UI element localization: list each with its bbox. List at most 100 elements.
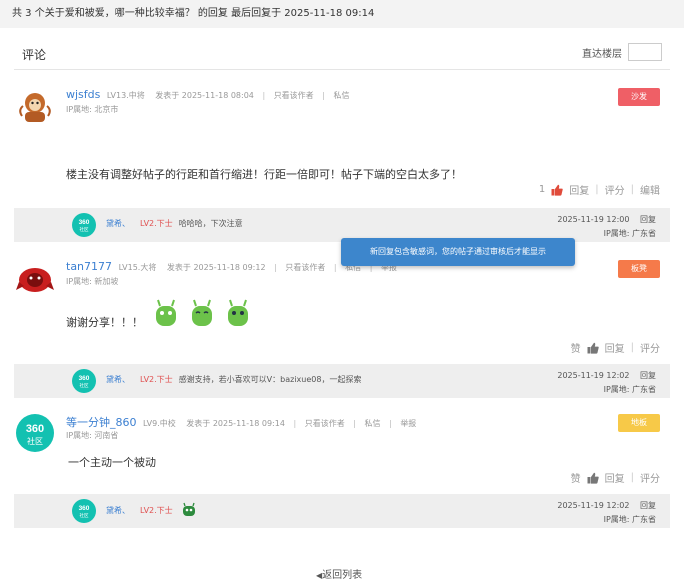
sub-reply-1-user[interactable]: 黛希、 — [106, 219, 130, 228]
community-logo-icon[interactable]: 360 社区 — [72, 499, 96, 523]
moderation-toast: 新回复包含敏感词，您的帖子通过审核后才能显示 — [341, 238, 575, 266]
logo-line2: 社区 — [80, 226, 89, 233]
separator: | — [293, 419, 297, 428]
sub-reply-3-level: LV2.下士 — [140, 506, 173, 515]
rate-button[interactable]: 评分 — [605, 182, 625, 197]
reply-button[interactable]: 回复 — [605, 340, 625, 355]
post-2-content-row: 谢谢分享！！！ — [66, 296, 251, 330]
separator: | — [274, 263, 277, 272]
floor-number-input[interactable] — [628, 43, 662, 61]
sub-reply-2-level: LV2.下士 — [140, 375, 173, 384]
sub-reply-3-user[interactable]: 黛希、 — [106, 505, 130, 516]
android-emoji-icon — [228, 299, 248, 326]
post-3-meta: 等一分钟_860 LV9.中校 发表于 2025-11-18 09:14 | 只… — [66, 414, 416, 430]
logo-line2: 社区 — [80, 382, 89, 389]
monkey-avatar[interactable] — [16, 88, 54, 126]
community-logo-icon[interactable]: 360 社区 — [72, 369, 96, 393]
private-message-link[interactable]: 私信 — [333, 91, 349, 100]
post-3-level: LV9.中校 — [143, 419, 176, 428]
separator: | — [389, 419, 392, 428]
sub-reply-2-user[interactable]: 黛希、 — [106, 375, 130, 384]
sub-reply-3-ip: IP属地: 广东省 — [603, 515, 656, 524]
post-2-actions: 赞 回复 | 评分 — [571, 340, 660, 355]
separator: | — [630, 342, 634, 353]
emoji-group — [153, 296, 251, 330]
sub-reply-2: 360 社区 黛希、 LV2.下士 感谢支持，若小喜欢可以V：bazixue08，一… — [14, 364, 670, 398]
logo-line1: 360 — [79, 505, 90, 512]
sub-reply-1-line: 黛希、 LV2.下士 哈哈哈，下次注意 — [106, 218, 243, 229]
sub-reply-3: 360 社区 黛希、 LV2.下士 2025-11-19 12:02 回复 IP属… — [14, 494, 670, 528]
separator: | — [262, 91, 266, 100]
separator: | — [630, 472, 634, 483]
thread-info-bar: 共 3 个关于爱和被爱，哪一种比较幸福？ 的回复 最后回复于 2025-11-1… — [0, 0, 684, 28]
sub-reply-1-text: 哈哈哈，下次注意 — [178, 219, 243, 228]
separator: | — [322, 91, 325, 100]
android-emoji-icon — [182, 502, 195, 516]
post-1-username[interactable]: wjsfds — [66, 88, 100, 101]
post-2: tan7177 LV15.大将 发表于 2025-11-18 09:12 | 只… — [14, 260, 670, 360]
only-author-link[interactable]: 只看该作者 — [305, 419, 345, 428]
sub-reply-1-time-line: 2025-11-19 12:00 回复 — [557, 214, 656, 225]
avatar-logo-line1: 360 — [26, 423, 44, 435]
post-3-date: 发表于 2025-11-18 09:14 — [186, 419, 285, 428]
thumbs-up-icon[interactable] — [587, 472, 599, 484]
post-1-ip: IP属地: 北京市 — [66, 105, 119, 114]
android-emoji-icon — [156, 299, 176, 326]
sub-reply-2-time: 2025-11-19 12:02 — [557, 371, 630, 380]
sub-reply-3-line: 黛希、 LV2.下士 — [106, 502, 197, 517]
sub-reply-2-ip: IP属地: 广东省 — [603, 385, 656, 394]
only-author-link[interactable]: 只看该作者 — [274, 91, 314, 100]
separator: | — [630, 184, 634, 195]
floor-badge-sofa: 沙发 — [618, 88, 660, 106]
community-logo-icon[interactable]: 360 社区 — [72, 213, 96, 237]
sub-reply-3-reply-button[interactable]: 回复 — [640, 501, 656, 510]
only-author-link[interactable]: 只看该作者 — [285, 263, 325, 272]
jump-label: 直达楼层 — [582, 48, 622, 60]
separator: | — [333, 263, 337, 272]
sub-reply-1-reply-button[interactable]: 回复 — [640, 215, 656, 224]
sub-reply-2-time-line: 2025-11-19 12:02 回复 — [557, 370, 656, 381]
rate-button[interactable]: 评分 — [640, 470, 660, 485]
post-2-username[interactable]: tan7177 — [66, 260, 112, 273]
logo-line1: 360 — [79, 219, 90, 226]
post-2-date: 发表于 2025-11-18 09:12 — [166, 263, 266, 272]
post-2-level: LV15.大将 — [118, 263, 157, 272]
separator: | — [595, 184, 599, 195]
post-3-actions: 赞 回复 | 评分 — [571, 470, 660, 485]
like-label: 赞 — [570, 344, 581, 355]
post-1-actions: 1 回复 | 评分 | 编辑 — [539, 182, 660, 197]
sub-reply-2-reply-button[interactable]: 回复 — [640, 371, 656, 380]
post-1-level: LV13.中将 — [106, 91, 145, 100]
private-message-link[interactable]: 私信 — [365, 419, 381, 428]
back-to-list-link[interactable]: ◀返回列表 — [316, 566, 362, 581]
report-link[interactable]: 举报 — [400, 419, 416, 428]
post-3-ip: IP属地: 河南省 — [66, 431, 119, 440]
red-character-avatar[interactable] — [16, 260, 54, 298]
post-1-date: 发表于 2025-11-18 08:04 — [155, 91, 254, 100]
sub-reply-2-line: 黛希、 LV2.下士 感谢支持，若小喜欢可以V：bazixue08，一起探索 — [106, 374, 361, 385]
jump-to-floor: 直达楼层 — [582, 43, 662, 61]
sub-reply-3-time: 2025-11-19 12:02 — [557, 501, 630, 510]
like-count: 1 — [538, 184, 546, 195]
rate-button[interactable]: 评分 — [640, 340, 660, 355]
post-3-content: 一个主动一个被动 — [68, 456, 156, 469]
like-label: 赞 — [570, 474, 581, 485]
logo-line2: 社区 — [80, 512, 89, 519]
reply-button[interactable]: 回复 — [569, 182, 589, 197]
sub-reply-2-text: 感谢支持，若小喜欢可以V：bazixue08，一起探索 — [178, 375, 362, 384]
post-1: wjsfds LV13.中将 发表于 2025-11-18 08:04 | 只看… — [14, 88, 670, 206]
toast-text: 新回复包含敏感词，您的帖子通过审核后才能显示 — [370, 247, 546, 256]
thumbs-up-icon[interactable] — [551, 184, 563, 196]
sub-reply-3-time-line: 2025-11-19 12:02 回复 — [557, 500, 656, 511]
thumbs-up-icon[interactable] — [587, 342, 599, 354]
logo-line1: 360 — [79, 375, 90, 382]
reply-button[interactable]: 回复 — [605, 470, 625, 485]
post-2-ip: IP属地: 新加坡 — [66, 277, 119, 286]
comments-title: 评论 — [22, 48, 47, 62]
floor-badge-floor: 地板 — [618, 414, 660, 432]
thread-info-text: 共 3 个关于爱和被爱，哪一种比较幸福？ 的回复 最后回复于 2025-11-1… — [12, 8, 375, 19]
community-logo-avatar[interactable]: 360 社区 — [16, 414, 54, 452]
edit-button[interactable]: 编辑 — [640, 182, 660, 197]
post-3-username[interactable]: 等一分钟_860 — [66, 416, 137, 429]
sub-reply-1-time: 2025-11-19 12:00 — [557, 215, 630, 224]
